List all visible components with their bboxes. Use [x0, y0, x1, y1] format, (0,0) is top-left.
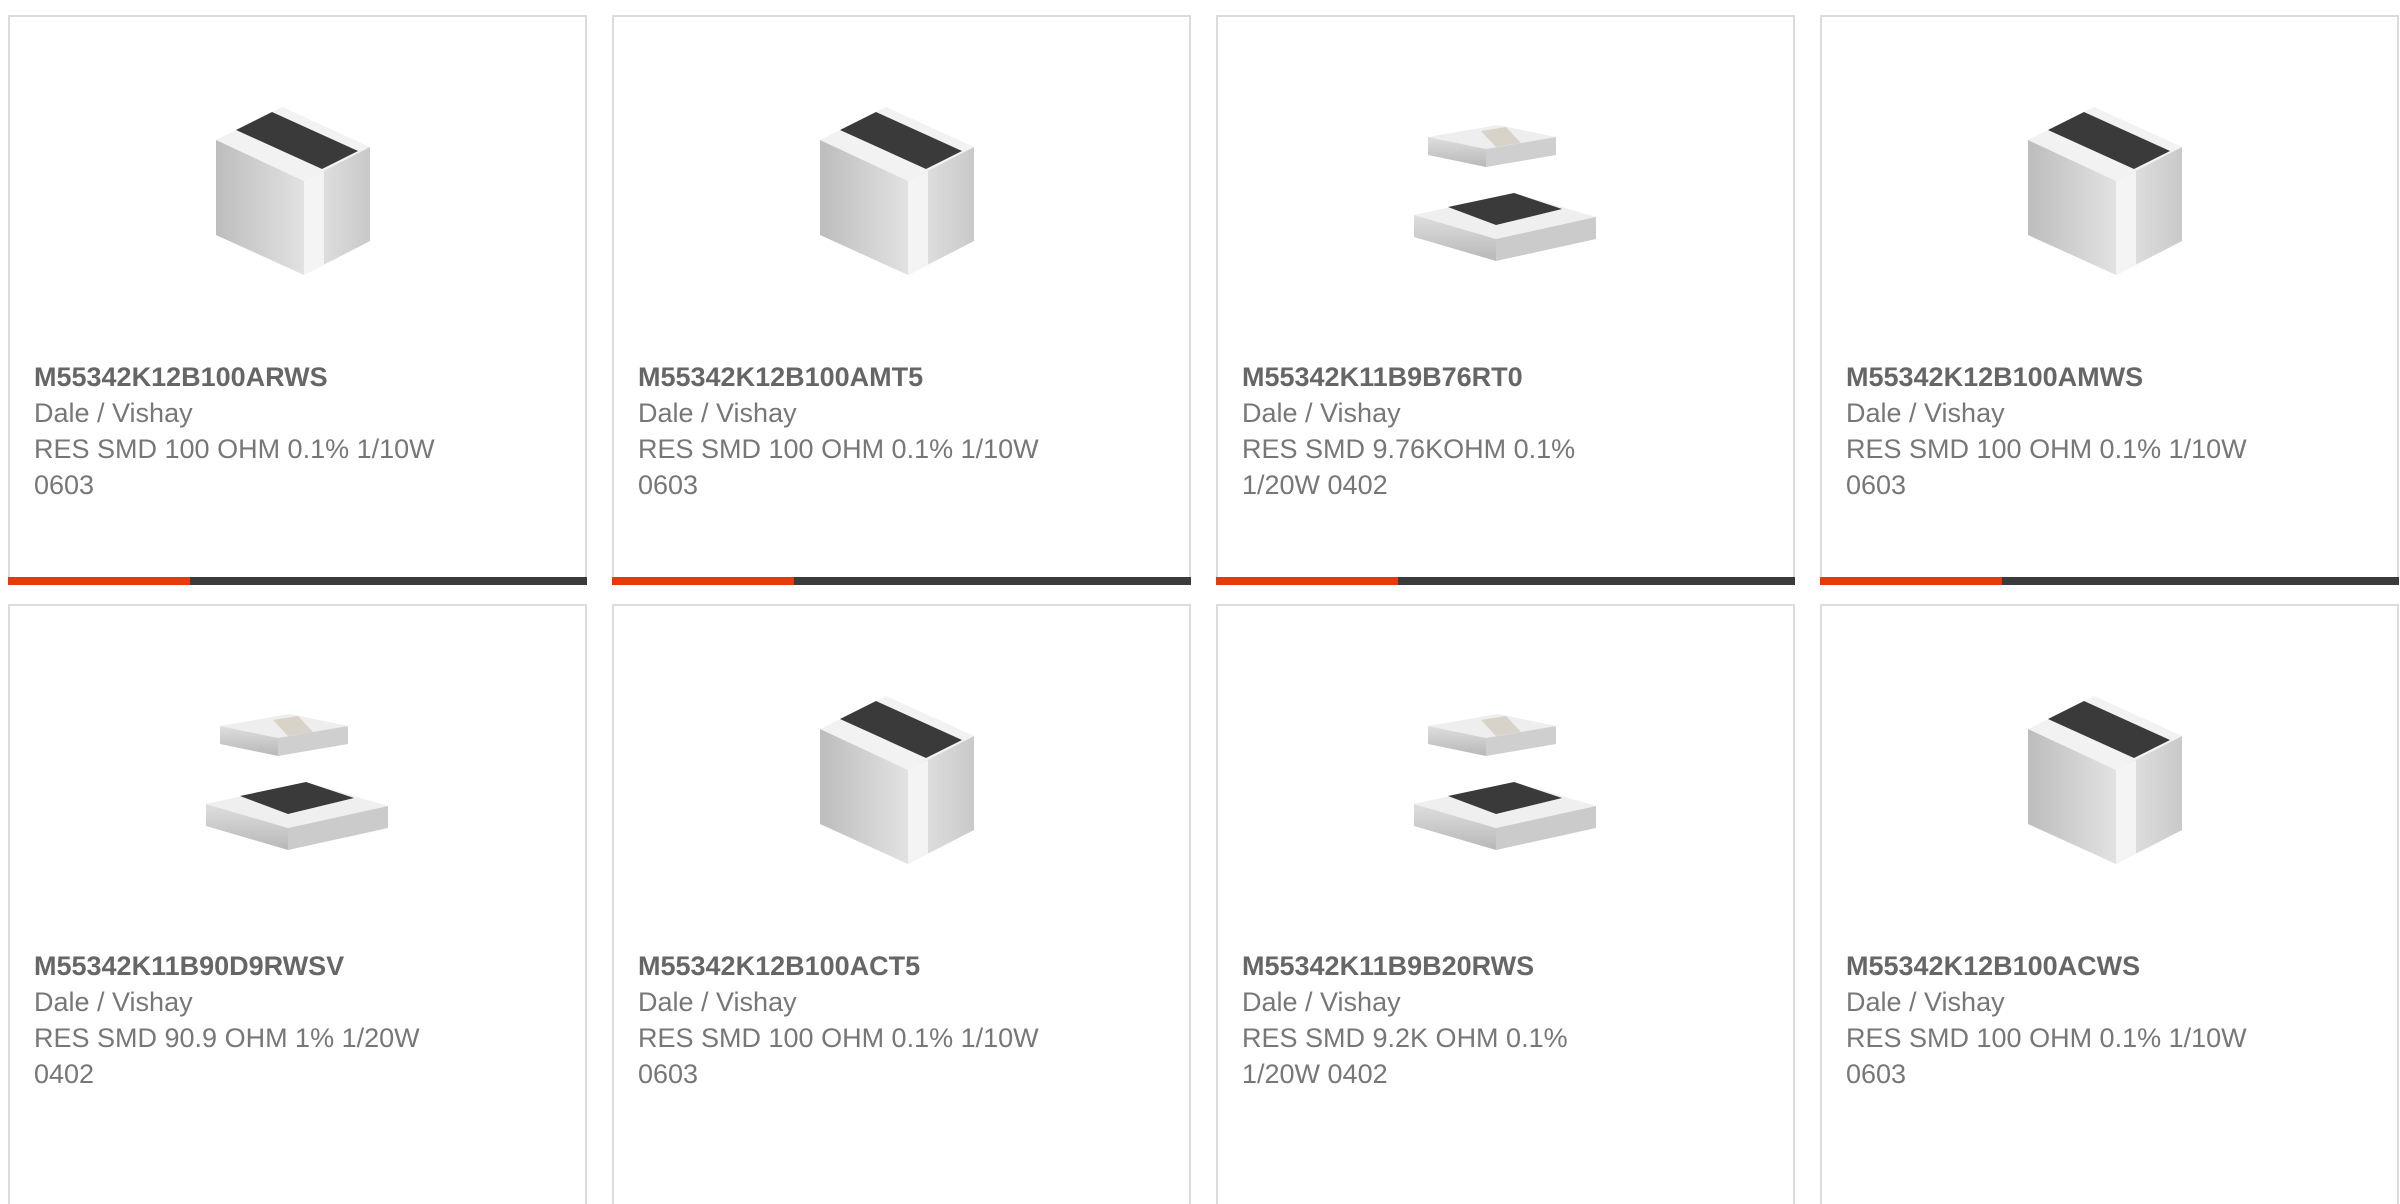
chip-resistor-0603-icon: [2010, 674, 2210, 874]
description: RES SMD 9.2K OHM 0.1% 1/20W 0402: [1242, 1023, 1568, 1089]
description: RES SMD 100 OHM 0.1% 1/10W 0603: [34, 434, 435, 500]
product-card[interactable]: M55342K11B90D9RWSV Dale / Vishay RES SMD…: [8, 604, 587, 1204]
part-number[interactable]: M55342K12B100AMWS: [1846, 359, 2316, 395]
card-footer-bar: [1820, 577, 2399, 585]
product-card[interactable]: M55342K12B100ACWS Dale / Vishay RES SMD …: [1820, 604, 2399, 1204]
part-number[interactable]: M55342K11B9B76RT0: [1242, 359, 1712, 395]
part-number[interactable]: M55342K11B9B20RWS: [1242, 948, 1712, 984]
part-number[interactable]: M55342K11B90D9RWSV: [34, 948, 504, 984]
product-card[interactable]: M55342K12B100ARWS Dale / Vishay RES SMD …: [8, 15, 587, 585]
part-number[interactable]: M55342K12B100ACT5: [638, 948, 1108, 984]
card-footer-accent: [1820, 577, 2002, 585]
description: RES SMD 100 OHM 0.1% 1/10W 0603: [638, 1023, 1039, 1089]
manufacturer: Dale / Vishay: [34, 987, 193, 1017]
description: RES SMD 100 OHM 0.1% 1/10W 0603: [1846, 1023, 2247, 1089]
card-footer-bar: [1216, 577, 1795, 585]
card-footer-accent: [8, 577, 190, 585]
chip-resistor-0603-icon: [198, 85, 398, 285]
chip-resistor-0402-icon: [198, 674, 398, 874]
chip-resistor-0603-icon: [802, 85, 1002, 285]
product-card[interactable]: M55342K11B9B76RT0 Dale / Vishay RES SMD …: [1216, 15, 1795, 585]
chip-resistor-0402-icon: [1406, 85, 1606, 285]
description: RES SMD 100 OHM 0.1% 1/10W 0603: [1846, 434, 2247, 500]
description: RES SMD 100 OHM 0.1% 1/10W 0603: [638, 434, 1039, 500]
part-number[interactable]: M55342K12B100ACWS: [1846, 948, 2316, 984]
manufacturer: Dale / Vishay: [1846, 398, 2005, 428]
description: RES SMD 90.9 OHM 1% 1/20W 0402: [34, 1023, 420, 1089]
manufacturer: Dale / Vishay: [638, 987, 797, 1017]
manufacturer: Dale / Vishay: [1242, 398, 1401, 428]
part-number[interactable]: M55342K12B100ARWS: [34, 359, 504, 395]
chip-resistor-0603-icon: [802, 674, 1002, 874]
part-number[interactable]: M55342K12B100AMT5: [638, 359, 1108, 395]
manufacturer: Dale / Vishay: [34, 398, 193, 428]
manufacturer: Dale / Vishay: [1846, 987, 2005, 1017]
product-card[interactable]: M55342K12B100AMWS Dale / Vishay RES SMD …: [1820, 15, 2399, 585]
card-footer-accent: [612, 577, 794, 585]
card-footer-bar: [612, 577, 1191, 585]
product-card[interactable]: M55342K12B100ACT5 Dale / Vishay RES SMD …: [612, 604, 1191, 1204]
manufacturer: Dale / Vishay: [1242, 987, 1401, 1017]
card-footer-bar: [8, 577, 587, 585]
chip-resistor-0603-icon: [2010, 85, 2210, 285]
chip-resistor-0402-icon: [1406, 674, 1606, 874]
card-footer-accent: [1216, 577, 1398, 585]
product-card[interactable]: M55342K12B100AMT5 Dale / Vishay RES SMD …: [612, 15, 1191, 585]
manufacturer: Dale / Vishay: [638, 398, 797, 428]
description: RES SMD 9.76KOHM 0.1% 1/20W 0402: [1242, 434, 1576, 500]
product-card[interactable]: M55342K11B9B20RWS Dale / Vishay RES SMD …: [1216, 604, 1795, 1204]
product-grid: M55342K12B100ARWS Dale / Vishay RES SMD …: [0, 0, 2400, 1204]
